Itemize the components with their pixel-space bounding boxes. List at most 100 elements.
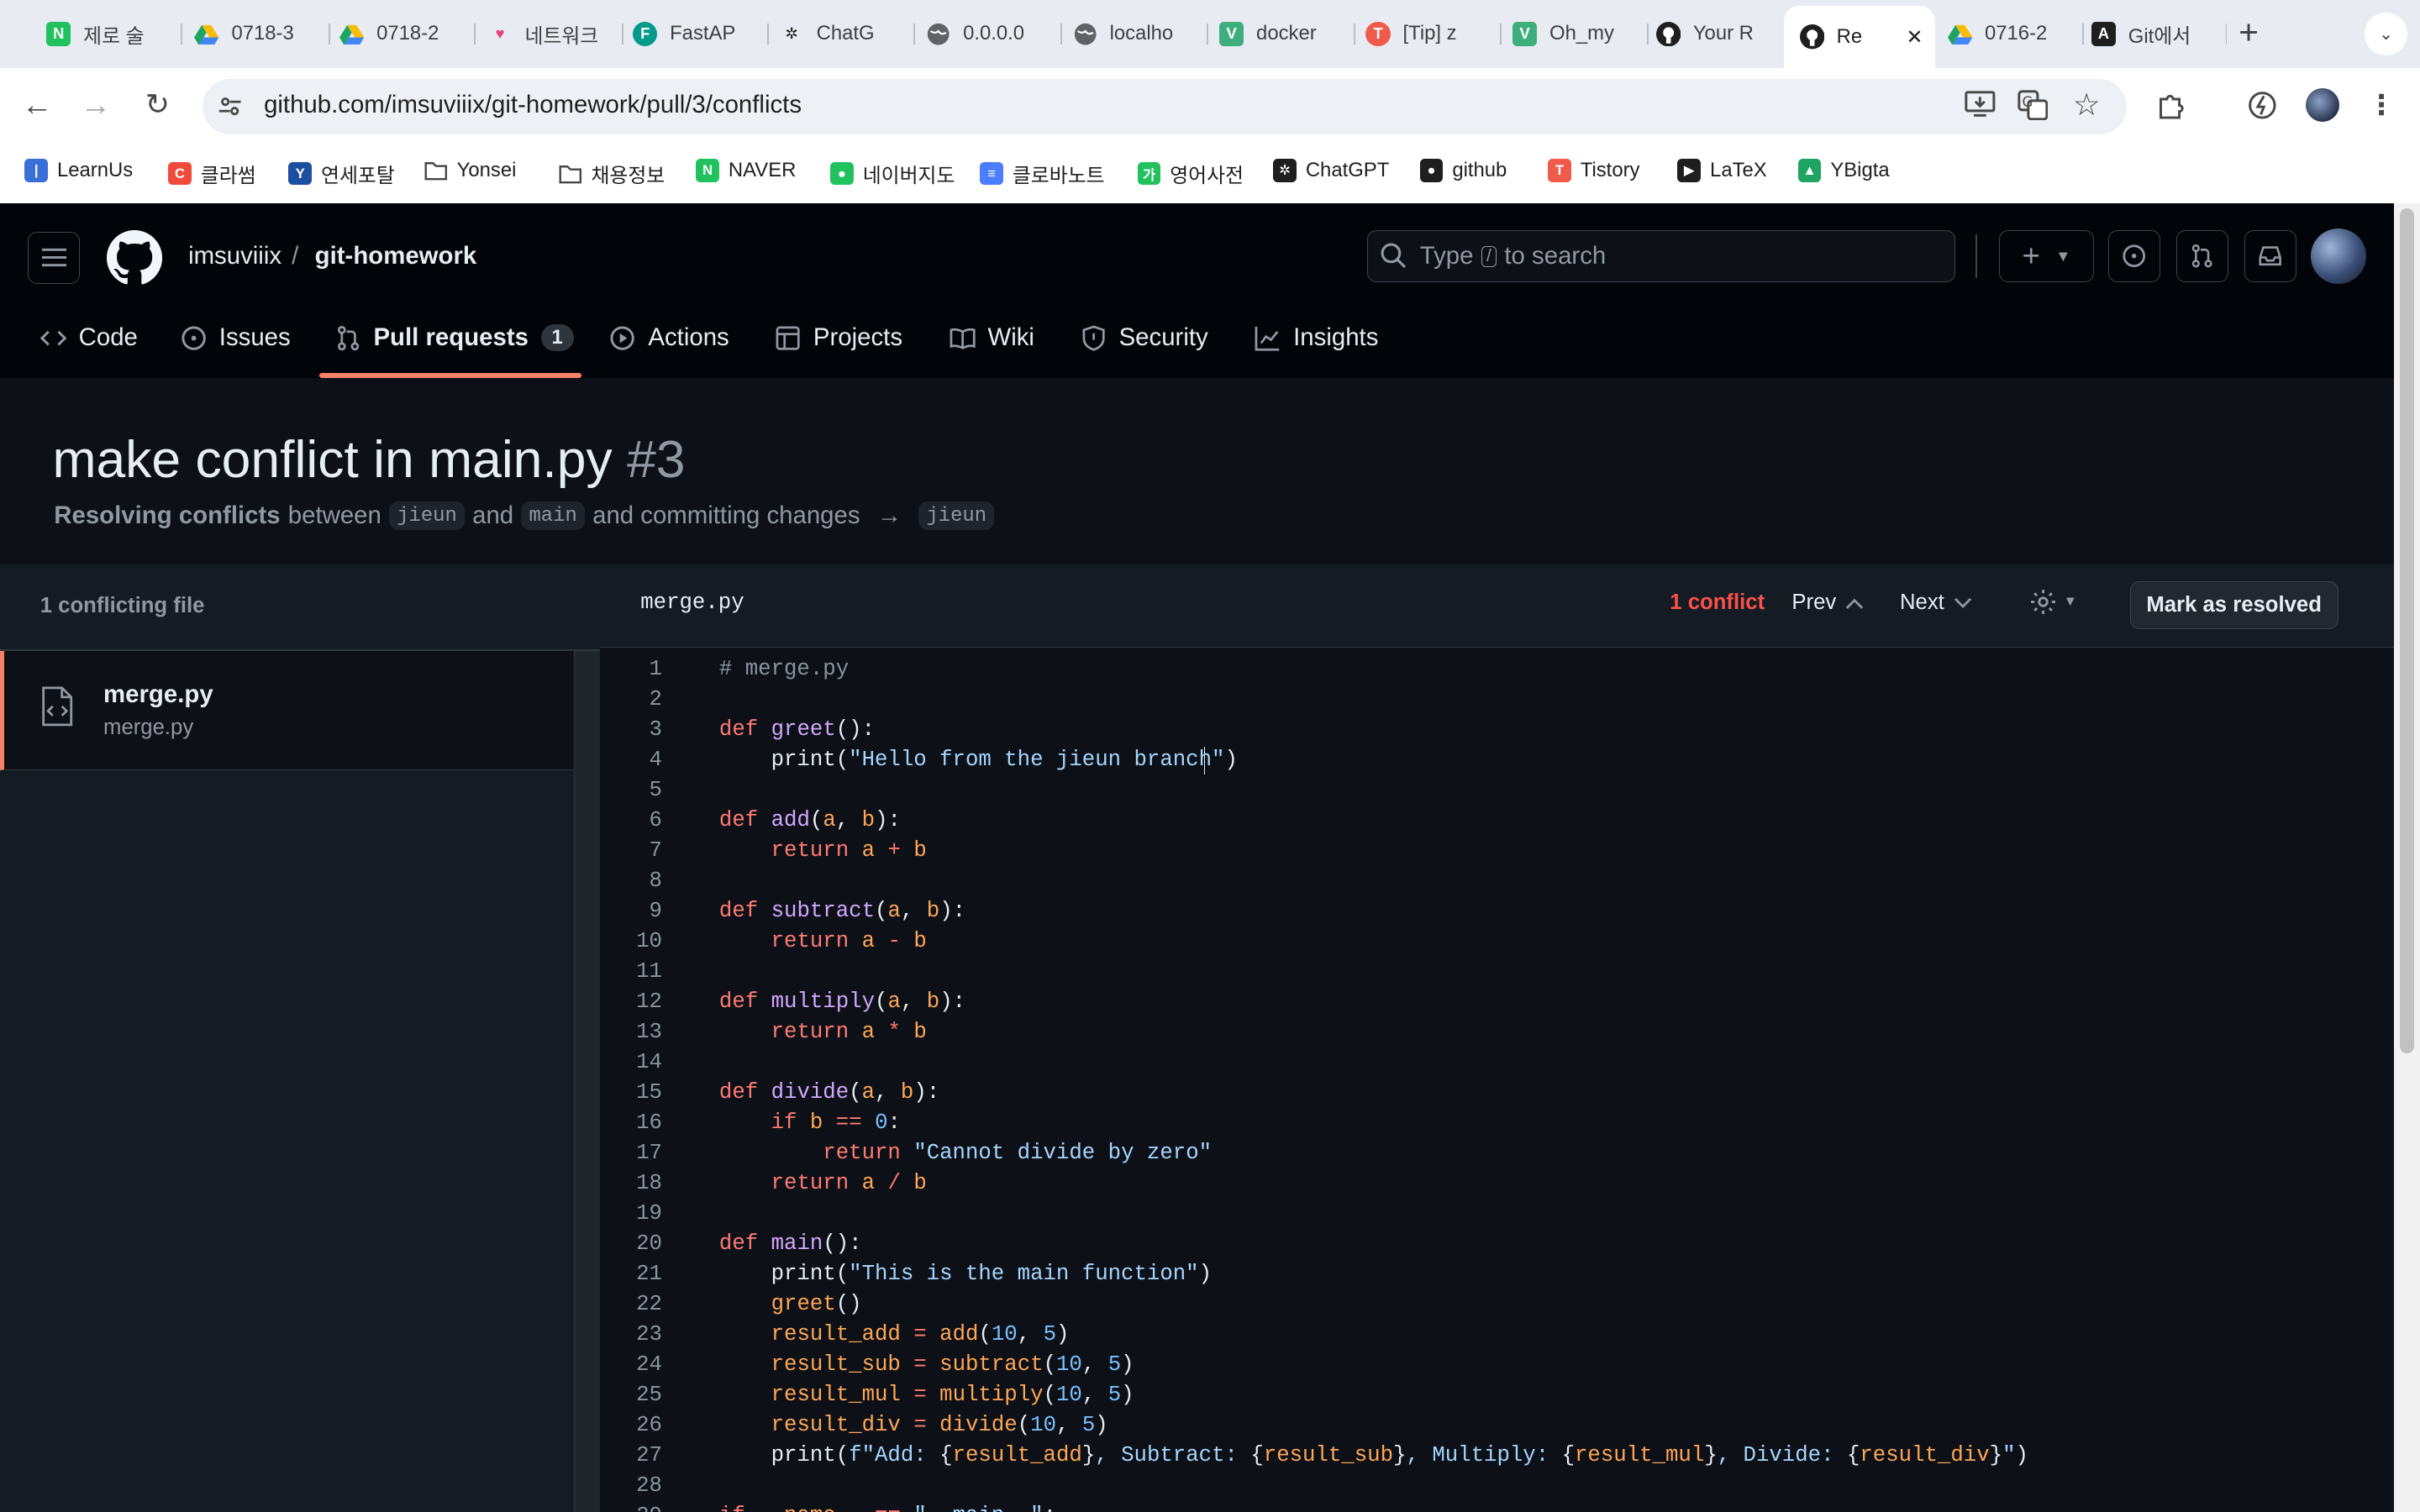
bookmark-item[interactable]: ≡ 클로바노트: [980, 159, 1105, 188]
line-content[interactable]: print("This is the main function"): [719, 1259, 1212, 1289]
repo-name-link[interactable]: git-homework: [315, 242, 477, 270]
extensions-icon[interactable]: [2154, 88, 2188, 122]
line-content[interactable]: return "Cannot divide by zero": [719, 1138, 1212, 1168]
code-line[interactable]: 15 def divide(a, b):: [600, 1078, 2393, 1108]
line-content[interactable]: # merge.py: [719, 654, 849, 685]
code-line[interactable]: 12 def multiply(a, b):: [600, 987, 2393, 1017]
bookmark-item[interactable]: N NAVER: [696, 159, 796, 182]
line-content[interactable]: def subtract(a, b):: [719, 896, 965, 927]
prev-conflict-button[interactable]: Prev: [1791, 591, 1864, 615]
browser-tab[interactable]: Your R: [1655, 13, 1792, 55]
line-content[interactable]: def main():: [719, 1229, 862, 1259]
code-line[interactable]: 11: [600, 957, 2393, 987]
line-content[interactable]: if b == 0:: [719, 1108, 901, 1138]
performance-icon[interactable]: [2245, 88, 2279, 122]
hamburger-menu-icon[interactable]: [28, 231, 81, 284]
browser-tab[interactable]: T [Tip] z: [1365, 13, 1502, 55]
inbox-button[interactable]: [2244, 229, 2296, 283]
mark-as-resolved-button[interactable]: Mark as resolved: [2129, 581, 2338, 630]
code-line[interactable]: 13 return a * b: [600, 1017, 2393, 1047]
code-line[interactable]: 9 def subtract(a, b):: [600, 896, 2393, 927]
bookmark-item[interactable]: ✲ ChatGPT: [1273, 159, 1389, 182]
code-line[interactable]: 17 return "Cannot divide by zero": [600, 1138, 2393, 1168]
bookmark-star-icon[interactable]: ☆: [2070, 87, 2103, 122]
repo-owner-link[interactable]: imsuviiix: [188, 242, 281, 270]
page-scrollbar-thumb[interactable]: [2400, 207, 2414, 1054]
code-line[interactable]: 21 print("This is the main function"): [600, 1259, 2393, 1289]
browser-tab[interactable]: 0.0.0.0: [926, 13, 1062, 55]
site-settings-icon[interactable]: [214, 91, 245, 122]
bookmark-item[interactable]: Y 연세포탈: [288, 159, 395, 188]
base-branch[interactable]: main: [521, 501, 585, 531]
browser-tab[interactable]: F FastAP: [633, 13, 769, 55]
line-content[interactable]: return a - b: [719, 927, 927, 957]
line-content[interactable]: greet(): [719, 1289, 862, 1320]
head-branch[interactable]: jieun: [389, 501, 465, 531]
code-line[interactable]: 1 # merge.py: [600, 654, 2393, 685]
browser-tab[interactable]: Vdocker: [1218, 13, 1355, 55]
sidebar-scrollbar[interactable]: [574, 651, 600, 1512]
line-content[interactable]: def greet():: [719, 715, 875, 745]
line-content[interactable]: result_mul = multiply(10, 5): [719, 1380, 1134, 1410]
line-content[interactable]: print("Hello from the jieun branch"): [719, 745, 1238, 775]
browser-tab[interactable]: localho: [1073, 13, 1209, 55]
tab-issues[interactable]: Issues: [181, 318, 291, 358]
bookmark-item[interactable]: T Tistory: [1548, 159, 1639, 182]
code-line[interactable]: 19: [600, 1199, 2393, 1229]
code-line[interactable]: 6 def add(a, b):: [600, 806, 2393, 836]
target-branch[interactable]: jieun: [918, 501, 995, 531]
next-conflict-button[interactable]: Next: [1900, 591, 1972, 615]
install-app-icon[interactable]: [1963, 90, 1996, 121]
bookmark-item[interactable]: C 클라썸: [168, 159, 256, 188]
tab-search-icon[interactable]: ⌄: [2364, 12, 2408, 56]
tab-insights[interactable]: Insights: [1255, 318, 1378, 358]
browser-tab[interactable]: 0718-3: [194, 13, 331, 55]
forward-icon[interactable]: →: [77, 87, 114, 123]
code-line[interactable]: 26 result_div = divide(10, 5): [600, 1410, 2393, 1441]
code-editor[interactable]: 1 # merge.py 2 3 def greet(): 4 print("Hello …: [600, 648, 2394, 1512]
code-line[interactable]: 24 result_sub = subtract(10, 5): [600, 1350, 2393, 1380]
code-line[interactable]: 23 result_add = add(10, 5): [600, 1320, 2393, 1350]
conflict-file-item[interactable]: [0, 651, 575, 770]
code-line[interactable]: 25 result_mul = multiply(10, 5): [600, 1380, 2393, 1410]
issues-button[interactable]: [2107, 229, 2161, 283]
line-content[interactable]: result_div = divide(10, 5): [719, 1410, 1108, 1441]
pull-requests-button[interactable]: [2175, 229, 2229, 283]
line-content[interactable]: return a + b: [719, 836, 927, 866]
line-content[interactable]: def multiply(a, b):: [719, 987, 965, 1017]
bookmark-item[interactable]: ● github: [1419, 159, 1507, 182]
code-line[interactable]: 10 return a - b: [600, 927, 2393, 957]
tab-pull-requests[interactable]: Pull requests 1: [335, 318, 574, 358]
code-line[interactable]: 7 return a + b: [600, 836, 2393, 866]
line-content[interactable]: return a * b: [719, 1017, 927, 1047]
code-line[interactable]: 3 def greet():: [600, 715, 2393, 745]
user-avatar[interactable]: [2310, 228, 2366, 284]
line-content[interactable]: result_add = add(10, 5): [719, 1320, 1070, 1350]
back-icon[interactable]: ←: [18, 87, 55, 123]
code-line[interactable]: 29 if __name__ == "__main__":: [600, 1501, 2393, 1512]
browser-tab[interactable]: ✲ ChatG: [780, 13, 916, 55]
create-new-button[interactable]: + ▼: [1998, 229, 2095, 283]
editor-settings-button[interactable]: ▼: [2029, 588, 2077, 616]
line-content[interactable]: return a / b: [719, 1168, 927, 1199]
url-text[interactable]: github.com/imsuviiix/git-homework/pull/3…: [264, 91, 802, 119]
code-line[interactable]: 16 if b == 0:: [600, 1108, 2393, 1138]
translate-icon[interactable]: G: [2016, 89, 2049, 121]
bookmark-item[interactable]: Yonsei: [424, 159, 516, 182]
browser-tab[interactable]: ♥ 네트워크: [487, 13, 624, 55]
reload-icon[interactable]: ↻: [139, 87, 176, 123]
line-content[interactable]: print(f"Add: {result_add}, Subtract: {re…: [719, 1441, 2028, 1471]
browser-tab[interactable]: V Oh_my: [1512, 13, 1649, 55]
browser-tab[interactable]: 0718-2: [339, 13, 476, 55]
code-line[interactable]: 5: [600, 775, 2393, 806]
bookmark-item[interactable]: ▶ LaTeX: [1677, 159, 1767, 182]
tab-actions[interactable]: Actions: [609, 318, 729, 358]
code-line[interactable]: 14: [600, 1047, 2393, 1078]
code-line[interactable]: 20 def main():: [600, 1229, 2393, 1259]
bookmark-item[interactable]: 가 영어사전: [1137, 159, 1244, 188]
code-line[interactable]: 8: [600, 866, 2393, 896]
code-line[interactable]: 18 return a / b: [600, 1168, 2393, 1199]
conflict-file-name[interactable]: merge.py: [103, 680, 213, 709]
github-logo-icon[interactable]: [106, 229, 162, 286]
code-line[interactable]: 22 greet(): [600, 1289, 2393, 1320]
